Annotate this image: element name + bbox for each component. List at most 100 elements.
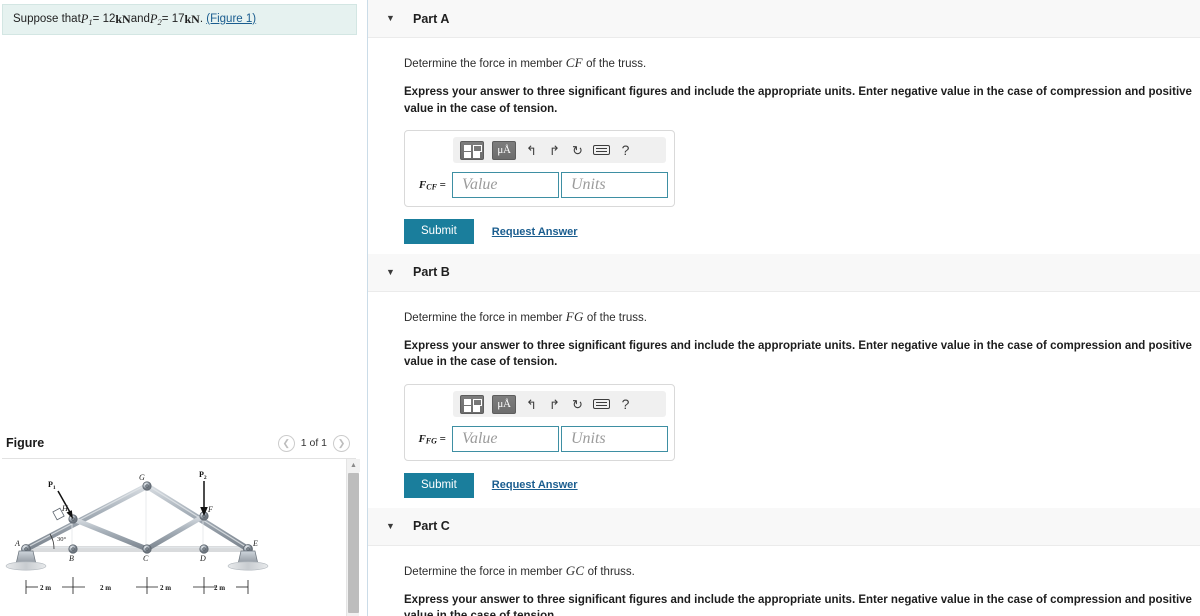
problem-text-prefix: Suppose that <box>13 12 81 25</box>
reset-circle-icon[interactable]: ↻ <box>570 398 585 411</box>
truss-label-b: B <box>69 554 74 563</box>
question-suffix-c: of thruss. <box>584 565 635 578</box>
redo-arrow-icon[interactable]: ↱ <box>547 398 562 411</box>
truss-dim-3: 2 m <box>160 584 171 592</box>
undo-arrow-icon[interactable]: ↰ <box>524 144 539 157</box>
problem-var-p2: P2 <box>149 12 162 27</box>
figure-panel-title: Figure <box>6 436 45 450</box>
answer-variable-label-b: FFG = <box>418 432 446 446</box>
chevron-right-icon: ❯ <box>337 437 346 448</box>
truss-load-label-p2: P2 <box>199 470 207 481</box>
part-instruction-b: Express your answer to three significant… <box>404 339 1192 369</box>
answer-variable-label-a: FCF = <box>418 178 446 192</box>
page-root: Suppose that P1 = 12 kN and P2 = 17 kN. … <box>0 0 1200 616</box>
part-label-a: Part A <box>413 11 450 26</box>
truss-load-label-p1: P1 <box>48 480 56 491</box>
submit-button-a[interactable]: Submit <box>404 219 474 244</box>
problem-text-mid3: = 17 <box>161 12 185 25</box>
answer-box-a: μÅ ↰ ↱ ↻ ? FCF = Value Units <box>404 130 675 208</box>
part-question-a: Determine the force in member CF of the … <box>404 54 1200 73</box>
truss-label-e: E <box>252 539 258 548</box>
figure-pager: ❮ 1 of 1 ❯ <box>277 434 350 452</box>
micro-angstrom-units-icon[interactable]: μÅ <box>492 140 516 160</box>
part-section-a: ▼ Part A Determine the force in member C… <box>368 0 1200 254</box>
problem-var-p1: P1 <box>80 12 93 27</box>
part-label-b: Part B <box>413 265 450 280</box>
template-matrix-icon[interactable] <box>460 394 484 414</box>
figure-canvas: 30° A B C D E F G H P1 P2 2 m 2 m 2 m 2 … <box>0 459 346 616</box>
keyboard-icon[interactable] <box>593 145 610 156</box>
figure-prev-button[interactable]: ❮ <box>277 434 295 452</box>
chevron-left-icon: ❮ <box>282 437 290 448</box>
truss-dim-4: 2 m <box>214 584 225 592</box>
question-member-a: CF <box>565 55 583 70</box>
action-row-b: Submit Request Answer <box>404 473 1200 498</box>
question-suffix-a: of the truss. <box>582 58 647 70</box>
truss-diagram: 30° A B C D E F G H P1 P2 2 m 2 m 2 m 2 … <box>5 470 269 594</box>
answer-toolbar-a: μÅ ↰ ↱ ↻ ? <box>453 137 666 164</box>
part-instruction-a: Express your answer to three significant… <box>404 85 1192 115</box>
part-header-c[interactable]: ▼ Part C <box>368 507 1200 546</box>
template-matrix-icon[interactable] <box>460 140 484 160</box>
part-body-a: Determine the force in member CF of the … <box>368 38 1200 254</box>
question-member-c: GC <box>565 562 585 578</box>
answer-units-input-b[interactable]: Units <box>560 426 669 453</box>
question-suffix-b: of the truss. <box>583 311 647 324</box>
problem-statement: Suppose that P1 = 12 kN and P2 = 17 kN. … <box>2 4 357 35</box>
answer-row-a: FCF = Value Units <box>411 172 669 199</box>
answer-box-b: μÅ ↰ ↱ ↻ ? FFG = Value Units <box>404 384 675 462</box>
figure-next-button[interactable]: ❯ <box>333 434 350 452</box>
part-section-b: ▼ Part B Determine the force in member F… <box>368 253 1200 508</box>
truss-angle-label: 30° <box>57 536 67 543</box>
undo-arrow-icon[interactable]: ↰ <box>524 398 539 411</box>
problem-unit-kn-2: kN <box>184 12 200 27</box>
redo-arrow-icon[interactable]: ↱ <box>547 144 562 157</box>
caret-down-icon: ▼ <box>386 266 395 277</box>
micro-angstrom-units-icon[interactable]: μÅ <box>492 394 516 414</box>
keyboard-icon[interactable] <box>593 399 610 410</box>
figure-1-link[interactable]: (Figure 1) <box>206 11 256 28</box>
part-header-a[interactable]: ▼ Part A <box>368 0 1200 38</box>
part-body-b: Determine the force in member FG of the … <box>368 292 1200 508</box>
part-question-b: Determine the force in member FG of the … <box>404 308 1200 327</box>
problem-text-mid1: = 12 <box>92 12 116 25</box>
truss-label-d: D <box>199 554 206 563</box>
figure-header: Figure ❮ 1 of 1 ❯ <box>0 430 356 456</box>
submit-button-b[interactable]: Submit <box>404 473 474 498</box>
truss-dim-2: 2 m <box>100 584 111 592</box>
request-answer-link-b[interactable]: Request Answer <box>492 479 578 491</box>
request-answer-link-a[interactable]: Request Answer <box>492 226 578 238</box>
answer-units-input-a[interactable]: Units <box>560 172 669 199</box>
part-question-c: Determine the force in member GC of thru… <box>404 562 1200 581</box>
part-label-c: Part C <box>413 519 450 534</box>
truss-label-a: A <box>14 539 20 548</box>
part-section-c: ▼ Part C Determine the force in member G… <box>368 507 1200 616</box>
truss-dim-1: 2 m <box>40 584 51 592</box>
scroll-up-arrow-icon[interactable]: ▲ <box>347 459 360 472</box>
question-prefix-a: Determine the force in member <box>404 58 566 70</box>
part-body-c: Determine the force in member GC of thru… <box>368 546 1200 616</box>
answer-row-b: FFG = Value Units <box>411 426 669 453</box>
question-prefix-c: Determine the force in member <box>404 565 566 578</box>
answer-value-input-a[interactable]: Value <box>451 172 559 199</box>
figure-scrollbar-thumb[interactable] <box>348 473 359 613</box>
part-header-b[interactable]: ▼ Part B <box>368 253 1200 292</box>
help-question-icon[interactable]: ? <box>618 397 633 411</box>
figure-scrollbar[interactable]: ▲ <box>346 459 360 616</box>
load-arrow-p2 <box>200 481 208 516</box>
part-instruction-c: Express your answer to three significant… <box>404 593 1192 616</box>
left-panel: Suppose that P1 = 12 kN and P2 = 17 kN. … <box>0 0 368 616</box>
problem-unit-kn-1: kN <box>115 12 131 27</box>
question-prefix-b: Determine the force in member <box>404 311 566 324</box>
caret-down-icon: ▼ <box>386 13 395 23</box>
action-row-a: Submit Request Answer <box>404 219 1200 244</box>
answer-value-input-b[interactable]: Value <box>451 426 559 453</box>
truss-label-c: C <box>143 554 149 563</box>
question-member-b: FG <box>565 308 584 324</box>
right-panel: ▼ Part A Determine the force in member C… <box>368 0 1200 616</box>
figure-page-indicator: 1 of 1 <box>300 437 327 449</box>
help-question-icon[interactable]: ? <box>618 143 633 157</box>
truss-label-f: F <box>207 505 213 514</box>
reset-circle-icon[interactable]: ↻ <box>570 144 585 157</box>
problem-text-suffix: . <box>199 12 204 25</box>
